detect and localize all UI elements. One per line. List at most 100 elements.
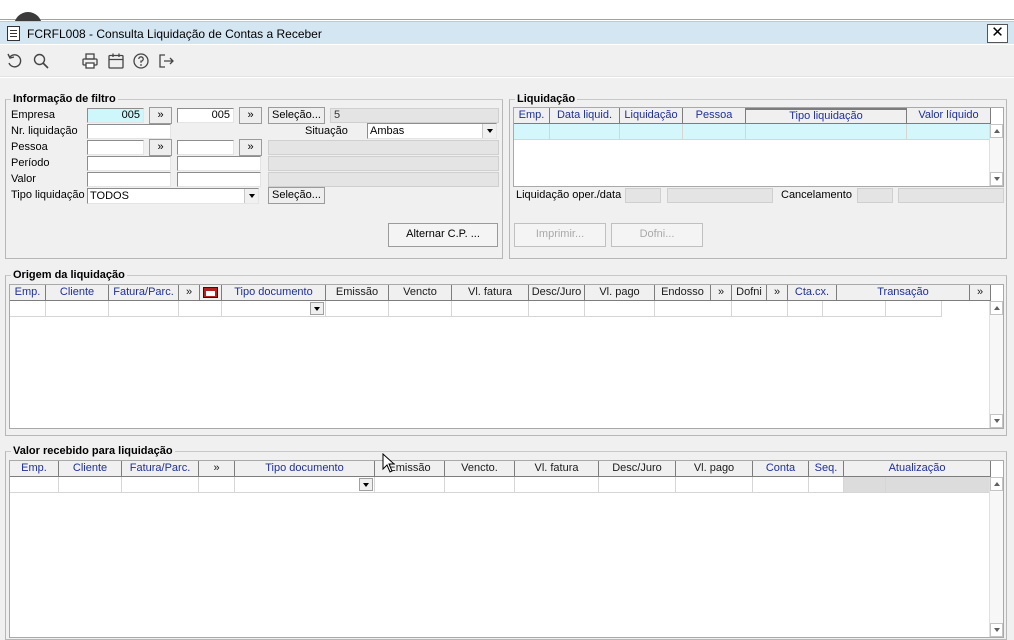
- table-cell[interactable]: [179, 301, 222, 317]
- col-vl-pago[interactable]: Vl. pago: [585, 285, 655, 301]
- undo-icon[interactable]: [6, 52, 24, 70]
- nr-liquidacao-input[interactable]: [87, 124, 171, 139]
- table-row[interactable]: [10, 477, 991, 493]
- pessoa-from-more-button[interactable]: »: [149, 139, 172, 156]
- origem-grid[interactable]: Emp. Cliente Fatura/Parc. » Tipo documen…: [9, 284, 1004, 429]
- table-row[interactable]: [514, 124, 991, 140]
- table-cell[interactable]: [10, 301, 46, 317]
- tipo-liquidacao-select[interactable]: TODOS: [87, 188, 259, 204]
- col-more-button[interactable]: »: [199, 461, 235, 477]
- table-cell[interactable]: [326, 301, 389, 317]
- print-icon[interactable]: [81, 52, 99, 70]
- table-cell[interactable]: [732, 301, 788, 317]
- empresa-to-input[interactable]: 005: [177, 108, 234, 123]
- close-button[interactable]: ✕: [987, 24, 1008, 43]
- recebido-grid[interactable]: Emp. Cliente Fatura/Parc. » Tipo documen…: [9, 460, 1004, 638]
- empresa-from-more-button[interactable]: »: [149, 107, 172, 124]
- table-cell[interactable]: [452, 301, 529, 317]
- empresa-selecao-button[interactable]: Seleção...: [268, 107, 325, 124]
- table-cell[interactable]: [655, 301, 732, 317]
- table-cell[interactable]: [676, 477, 753, 493]
- col-tipo-documento[interactable]: Tipo documento: [235, 461, 375, 477]
- col-fatura-parc[interactable]: Fatura/Parc.: [109, 285, 179, 301]
- scroll-up-icon[interactable]: [990, 124, 1003, 138]
- scroll-down-icon[interactable]: [990, 172, 1003, 186]
- situacao-select[interactable]: Ambas: [367, 123, 497, 139]
- vertical-scrollbar[interactable]: [989, 124, 1003, 186]
- help-icon[interactable]: [132, 52, 150, 70]
- chevron-down-icon[interactable]: [310, 302, 324, 315]
- table-cell[interactable]: [599, 477, 676, 493]
- calendar-icon[interactable]: [200, 285, 222, 301]
- table-row[interactable]: [10, 301, 942, 317]
- calendar-icon[interactable]: [107, 52, 125, 70]
- table-cell[interactable]: [886, 301, 942, 317]
- scroll-down-icon[interactable]: [990, 414, 1003, 428]
- col-emp[interactable]: Emp.: [514, 108, 550, 124]
- col-fatura-parc[interactable]: Fatura/Parc.: [122, 461, 199, 477]
- col-cliente[interactable]: Cliente: [59, 461, 122, 477]
- col-vl-pago[interactable]: Vl. pago: [676, 461, 753, 477]
- col-emissao[interactable]: Emissão: [326, 285, 389, 301]
- col-desc-juro[interactable]: Desc/Juro: [599, 461, 676, 477]
- table-cell[interactable]: [445, 477, 515, 493]
- table-cell[interactable]: [823, 301, 886, 317]
- chevron-down-icon[interactable]: [359, 478, 373, 491]
- col-pessoa[interactable]: Pessoa: [683, 108, 746, 124]
- col-cta-cx[interactable]: Cta.cx.: [788, 285, 837, 301]
- tipo-documento-select[interactable]: [236, 478, 373, 491]
- tipo-liquidacao-selecao-button[interactable]: Seleção...: [268, 187, 325, 204]
- col-more-button[interactable]: »: [179, 285, 200, 301]
- table-cell[interactable]: [788, 301, 823, 317]
- empresa-to-more-button[interactable]: »: [239, 107, 262, 124]
- col-transacao[interactable]: Transação: [837, 285, 970, 301]
- chevron-down-icon[interactable]: [244, 189, 258, 203]
- table-cell[interactable]: [10, 477, 59, 493]
- alternar-cp-button[interactable]: Alternar C.P. ...: [388, 223, 498, 247]
- col-endosso[interactable]: Endosso: [655, 285, 711, 301]
- table-cell[interactable]: [907, 124, 991, 140]
- table-cell[interactable]: [109, 301, 179, 317]
- table-cell[interactable]: [550, 124, 620, 140]
- table-cell[interactable]: [46, 301, 109, 317]
- pessoa-to-more-button[interactable]: »: [239, 139, 262, 156]
- col-liquidacao[interactable]: Liquidação: [620, 108, 683, 124]
- vertical-scrollbar[interactable]: [989, 477, 1003, 637]
- valor-from-input[interactable]: [87, 172, 171, 187]
- periodo-to-input[interactable]: [177, 156, 261, 171]
- table-cell[interactable]: [235, 477, 375, 493]
- col-conta[interactable]: Conta: [753, 461, 809, 477]
- col-valor-liquido[interactable]: Valor líquido: [907, 108, 991, 124]
- imprimir-button[interactable]: Imprimir...: [514, 223, 606, 247]
- table-cell[interactable]: [122, 477, 199, 493]
- pessoa-from-input[interactable]: [87, 140, 144, 155]
- table-cell[interactable]: [515, 477, 599, 493]
- empresa-from-input[interactable]: 005: [87, 108, 144, 123]
- col-vencto[interactable]: Vencto.: [445, 461, 515, 477]
- col-vencto[interactable]: Vencto: [389, 285, 452, 301]
- table-cell[interactable]: [514, 124, 550, 140]
- col-emp[interactable]: Emp.: [10, 461, 59, 477]
- table-cell[interactable]: [59, 477, 122, 493]
- table-cell[interactable]: [585, 301, 655, 317]
- table-cell[interactable]: [375, 477, 445, 493]
- col-tipo-documento[interactable]: Tipo documento: [222, 285, 326, 301]
- col-emp[interactable]: Emp.: [10, 285, 46, 301]
- col-vl-fatura[interactable]: Vl. fatura: [515, 461, 599, 477]
- exit-icon[interactable]: [157, 52, 175, 70]
- table-cell[interactable]: [809, 477, 844, 493]
- table-cell[interactable]: [620, 124, 683, 140]
- valor-to-input[interactable]: [177, 172, 261, 187]
- col-more-button[interactable]: »: [767, 285, 788, 301]
- scroll-up-icon[interactable]: [990, 477, 1003, 491]
- periodo-from-input[interactable]: [87, 156, 171, 171]
- table-cell[interactable]: [222, 301, 326, 317]
- search-icon[interactable]: [32, 52, 50, 70]
- col-atualizacao[interactable]: Atualização: [844, 461, 991, 477]
- chevron-down-icon[interactable]: [482, 124, 496, 138]
- col-seq[interactable]: Seq.: [809, 461, 844, 477]
- col-cliente[interactable]: Cliente: [46, 285, 109, 301]
- col-more-button[interactable]: »: [711, 285, 732, 301]
- col-desc-juro[interactable]: Desc/Juro: [529, 285, 585, 301]
- table-cell[interactable]: [529, 301, 585, 317]
